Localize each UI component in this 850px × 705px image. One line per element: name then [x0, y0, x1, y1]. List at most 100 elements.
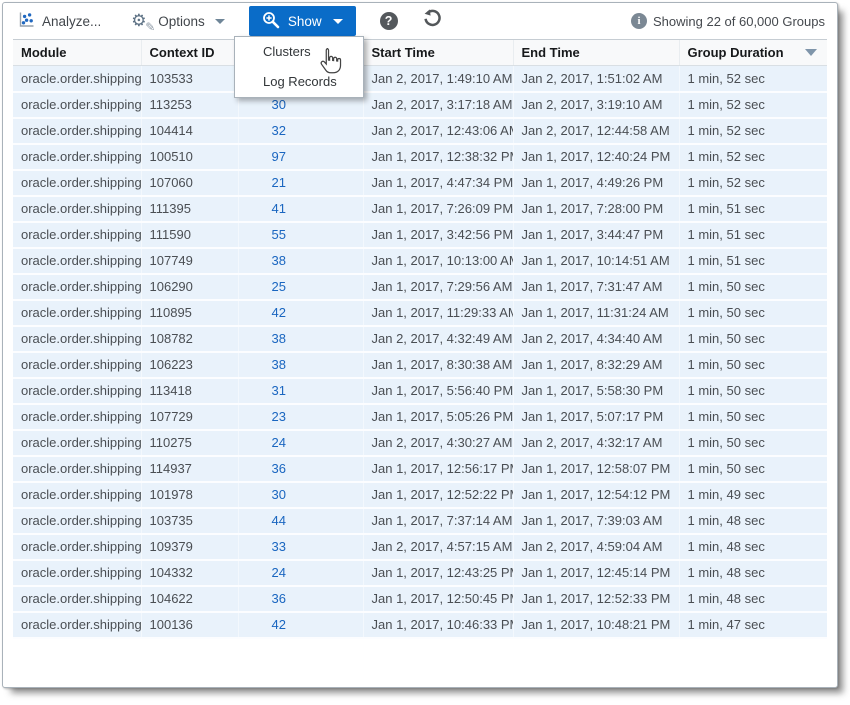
column-header-start-time[interactable]: Start Time: [363, 40, 513, 66]
module-cell: oracle.order.shipping: [13, 144, 141, 170]
log-records-count-link[interactable]: 38: [238, 352, 363, 378]
context-id-cell: 106223: [141, 352, 238, 378]
table-row[interactable]: oracle.order.shipping 104414 32 Jan 2, 2…: [13, 118, 827, 144]
log-records-count-link[interactable]: 42: [238, 612, 363, 638]
log-records-count-link[interactable]: 33: [238, 534, 363, 560]
table-row[interactable]: oracle.order.shipping 110895 42 Jan 1, 2…: [13, 300, 827, 326]
module-cell: oracle.order.shipping: [13, 248, 141, 274]
table-body: oracle.order.shipping 103533 Jan 2, 2017…: [13, 66, 827, 638]
table-row[interactable]: oracle.order.shipping 100136 42 Jan 1, 2…: [13, 612, 827, 638]
log-records-count-link[interactable]: 41: [238, 196, 363, 222]
table-row[interactable]: oracle.order.shipping 110275 24 Jan 2, 2…: [13, 430, 827, 456]
group-duration-cell: 1 min, 52 sec: [679, 66, 827, 92]
end-time-cell: Jan 1, 2017, 7:28:00 PM: [513, 196, 679, 222]
group-duration-cell: 1 min, 49 sec: [679, 482, 827, 508]
log-records-count-link[interactable]: 31: [238, 378, 363, 404]
table-row[interactable]: oracle.order.shipping 113418 31 Jan 1, 2…: [13, 378, 827, 404]
start-time-cell: Jan 1, 2017, 7:26:09 PM: [363, 196, 513, 222]
context-id-cell: 110275: [141, 430, 238, 456]
end-time-cell: Jan 1, 2017, 10:48:21 PM: [513, 612, 679, 638]
show-button[interactable]: Show: [249, 6, 356, 36]
log-records-count-link[interactable]: 55: [238, 222, 363, 248]
group-duration-cell: 1 min, 52 sec: [679, 170, 827, 196]
context-id-cell: 114937: [141, 456, 238, 482]
table-row[interactable]: oracle.order.shipping 113253 30 Jan 2, 2…: [13, 92, 827, 118]
table-row[interactable]: oracle.order.shipping 111395 41 Jan 1, 2…: [13, 196, 827, 222]
end-time-cell: Jan 1, 2017, 5:58:30 PM: [513, 378, 679, 404]
table-row[interactable]: oracle.order.shipping 106290 25 Jan 1, 2…: [13, 274, 827, 300]
context-id-cell: 110895: [141, 300, 238, 326]
log-records-count-link[interactable]: 24: [238, 560, 363, 586]
log-records-count-link[interactable]: 97: [238, 144, 363, 170]
log-records-count-link[interactable]: 42: [238, 300, 363, 326]
module-cell: oracle.order.shipping: [13, 222, 141, 248]
log-records-count-link[interactable]: 38: [238, 248, 363, 274]
table-row[interactable]: oracle.order.shipping 107729 23 Jan 1, 2…: [13, 404, 827, 430]
mouse-hand-cursor: [317, 46, 344, 82]
analyze-button[interactable]: Analyze...: [17, 11, 101, 32]
table-row[interactable]: oracle.order.shipping 109379 33 Jan 2, 2…: [13, 534, 827, 560]
start-time-cell: Jan 1, 2017, 12:52:22 PM: [363, 482, 513, 508]
end-time-cell: Jan 1, 2017, 12:54:12 PM: [513, 482, 679, 508]
sort-descending-icon[interactable]: [805, 49, 817, 56]
options-button[interactable]: ⚙✎ Options: [131, 11, 225, 31]
start-time-cell: Jan 1, 2017, 3:42:56 PM: [363, 222, 513, 248]
module-cell: oracle.order.shipping: [13, 326, 141, 352]
group-duration-cell: 1 min, 50 sec: [679, 430, 827, 456]
table-row[interactable]: oracle.order.shipping 100510 97 Jan 1, 2…: [13, 144, 827, 170]
start-time-cell: Jan 2, 2017, 3:17:18 AM: [363, 92, 513, 118]
table-row[interactable]: oracle.order.shipping 107749 38 Jan 1, 2…: [13, 248, 827, 274]
context-id-cell: 111590: [141, 222, 238, 248]
column-header-context-id[interactable]: Context ID: [141, 40, 238, 66]
log-records-count-link[interactable]: 36: [238, 586, 363, 612]
table-row[interactable]: oracle.order.shipping 104622 36 Jan 1, 2…: [13, 586, 827, 612]
log-records-count-link[interactable]: 24: [238, 430, 363, 456]
context-id-cell: 113418: [141, 378, 238, 404]
table-row[interactable]: oracle.order.shipping 104332 24 Jan 1, 2…: [13, 560, 827, 586]
group-duration-cell: 1 min, 51 sec: [679, 196, 827, 222]
table-row[interactable]: oracle.order.shipping 114937 36 Jan 1, 2…: [13, 456, 827, 482]
end-time-cell: Jan 2, 2017, 4:59:04 AM: [513, 534, 679, 560]
end-time-cell: Jan 2, 2017, 12:44:58 AM: [513, 118, 679, 144]
log-records-count-link[interactable]: 25: [238, 274, 363, 300]
log-records-count-link[interactable]: 21: [238, 170, 363, 196]
start-time-cell: Jan 1, 2017, 7:37:14 AM: [363, 508, 513, 534]
column-header-group-duration[interactable]: Group Duration: [679, 40, 827, 66]
chevron-down-icon: [333, 19, 343, 24]
module-cell: oracle.order.shipping: [13, 482, 141, 508]
context-id-cell: 104622: [141, 586, 238, 612]
log-records-count-link[interactable]: 44: [238, 508, 363, 534]
table-row[interactable]: oracle.order.shipping 103735 44 Jan 1, 2…: [13, 508, 827, 534]
group-duration-cell: 1 min, 50 sec: [679, 456, 827, 482]
table-row[interactable]: oracle.order.shipping 103533 Jan 2, 2017…: [13, 66, 827, 92]
start-time-cell: Jan 1, 2017, 5:56:40 PM: [363, 378, 513, 404]
table-row[interactable]: oracle.order.shipping 101978 30 Jan 1, 2…: [13, 482, 827, 508]
column-header-module[interactable]: Module: [13, 40, 141, 66]
log-records-count-link[interactable]: 23: [238, 404, 363, 430]
start-time-cell: Jan 2, 2017, 4:30:27 AM: [363, 430, 513, 456]
scatter-chart-icon: [17, 11, 35, 32]
status-text: Showing 22 of 60,000 Groups: [653, 14, 825, 29]
table-row[interactable]: oracle.order.shipping 106223 38 Jan 1, 2…: [13, 352, 827, 378]
context-id-cell: 100510: [141, 144, 238, 170]
help-icon: ?: [380, 12, 398, 30]
end-time-cell: Jan 1, 2017, 12:45:14 PM: [513, 560, 679, 586]
start-time-cell: Jan 1, 2017, 12:43:25 PM: [363, 560, 513, 586]
table-row[interactable]: oracle.order.shipping 108782 38 Jan 2, 2…: [13, 326, 827, 352]
refresh-button[interactable]: [422, 9, 441, 33]
log-records-count-link[interactable]: 30: [238, 482, 363, 508]
module-cell: oracle.order.shipping: [13, 66, 141, 92]
column-header-end-time[interactable]: End Time: [513, 40, 679, 66]
table-row[interactable]: oracle.order.shipping 107060 21 Jan 1, 2…: [13, 170, 827, 196]
log-records-count-link[interactable]: 38: [238, 326, 363, 352]
context-id-cell: 107060: [141, 170, 238, 196]
log-records-count-link[interactable]: 32: [238, 118, 363, 144]
end-time-cell: Jan 1, 2017, 8:32:29 AM: [513, 352, 679, 378]
end-time-cell: Jan 1, 2017, 7:39:03 AM: [513, 508, 679, 534]
end-time-cell: Jan 1, 2017, 10:14:51 AM: [513, 248, 679, 274]
group-duration-cell: 1 min, 48 sec: [679, 534, 827, 560]
end-time-cell: Jan 1, 2017, 5:07:17 PM: [513, 404, 679, 430]
table-row[interactable]: oracle.order.shipping 111590 55 Jan 1, 2…: [13, 222, 827, 248]
help-button[interactable]: ?: [380, 12, 398, 30]
log-records-count-link[interactable]: 36: [238, 456, 363, 482]
